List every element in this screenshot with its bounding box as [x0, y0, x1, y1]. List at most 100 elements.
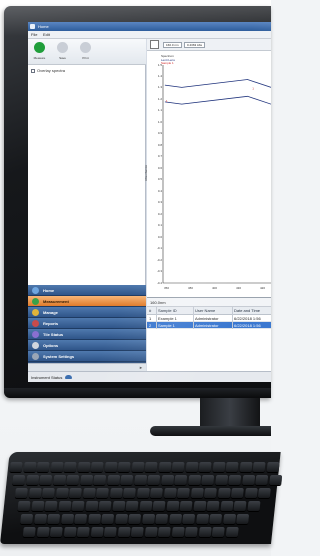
nav-item-manage[interactable]: Manage — [28, 307, 146, 318]
column-divider — [193, 307, 194, 329]
cell-index: 1 — [149, 316, 152, 321]
keyboard-key — [198, 527, 212, 537]
monitor-stand-base — [150, 426, 271, 436]
col-date-time[interactable]: Date and Time — [234, 309, 260, 313]
series-line-sample-1[interactable] — [164, 95, 271, 105]
y-tick-label: 0.8 — [157, 142, 162, 147]
keyboard-key — [236, 514, 250, 524]
keyboard-key — [49, 527, 63, 537]
keyboard-key — [198, 462, 212, 472]
y-tick-label: -0.4 — [156, 280, 162, 285]
keyboard-key — [171, 462, 185, 472]
keyboard-key — [214, 475, 228, 485]
spectrum-plot[interactable]: 11 Spectrum Lenti Lens Sample 1 Absorbance… — [144, 51, 271, 297]
keyboard-key — [71, 501, 85, 511]
keyboard-key — [130, 527, 144, 537]
status-bar: Instrument Status — [28, 371, 271, 382]
keyboard-key — [104, 462, 118, 472]
series-line-lenti-lens[interactable] — [164, 79, 271, 88]
y-tick-label: 0.4 — [157, 188, 162, 193]
y-tick-label: 0.3 — [157, 200, 162, 205]
keyboard-row — [17, 501, 261, 512]
nav-item-label: Manage — [43, 310, 58, 315]
keyboard-key — [168, 514, 182, 524]
nav-item-reports[interactable]: Reports — [28, 318, 146, 329]
print-icon — [80, 42, 91, 53]
keyboard-key — [163, 488, 177, 498]
nav-item-options[interactable]: Options — [28, 340, 146, 351]
cell-user-name: Administrator — [195, 316, 219, 321]
column-divider — [232, 307, 233, 329]
keyboard-key — [138, 501, 153, 511]
y-tick-label: 1.5 — [157, 62, 162, 67]
menu-edit[interactable]: Edit — [43, 33, 50, 37]
col-sample-id[interactable]: Sample ID — [158, 309, 177, 313]
y-tick-label: 0.0 — [157, 234, 162, 239]
keyboard-key — [63, 527, 77, 537]
keyboard-key — [90, 527, 104, 537]
peak-marker-label: 1 — [252, 87, 254, 91]
keyboard-key — [233, 501, 247, 511]
keyboard-key — [141, 514, 155, 524]
measure-label: Measure — [33, 56, 46, 60]
nav-item-measurement[interactable]: Measurement — [28, 296, 146, 307]
keyboard — [0, 452, 282, 544]
keyboard-key — [33, 514, 47, 524]
left-panel: Overlay spectra — [28, 65, 146, 285]
keyboard-key — [74, 514, 88, 524]
table-row[interactable]: 1 Example 1 Administrator 6/22/2018 1:56 — [147, 315, 271, 322]
keyboard-key — [230, 488, 244, 498]
keyboard-key — [136, 488, 150, 498]
main-toolbar: Measure Save Print — [28, 39, 146, 65]
keyboard-key — [246, 501, 261, 511]
play-icon — [34, 42, 45, 53]
keyboard-key — [63, 462, 77, 472]
keyboard-key — [120, 475, 134, 485]
reports-icon — [32, 320, 39, 327]
plot-legend: Spectrum Lenti Lens Sample 1 — [161, 54, 175, 66]
keyboard-key — [93, 475, 107, 485]
keyboard-key — [66, 475, 80, 485]
y-tick-label: -0.1 — [156, 246, 162, 251]
spectrum-svg: 11 — [162, 65, 271, 284]
nav-item-tile-status[interactable]: Tile Status — [28, 329, 146, 340]
instrument-status-icon[interactable] — [65, 375, 72, 379]
keyboard-key — [50, 462, 64, 472]
nav-item-home[interactable]: Home — [28, 285, 146, 296]
print-button[interactable]: Print — [77, 41, 94, 63]
col-index[interactable]: # — [149, 309, 151, 313]
keyboard-row — [12, 475, 282, 486]
overlay-spectra-checkbox[interactable] — [31, 69, 35, 73]
results-grid: 160.0nm # Sample ID User Name Date and T… — [147, 297, 271, 371]
chart-settings-icon[interactable] — [150, 40, 159, 49]
nav-item-system-settings[interactable]: System Settings — [28, 351, 146, 362]
keyboard-key — [76, 527, 90, 537]
menu-file[interactable]: File — [31, 33, 37, 37]
title-bar: Home — [28, 22, 271, 31]
keyboard-key — [87, 514, 101, 524]
cell-user-name: Administrator — [195, 323, 219, 328]
chevron-right-icon[interactable]: ► — [139, 365, 143, 370]
keyboard-key — [185, 462, 199, 472]
col-user-name[interactable]: User Name — [195, 309, 215, 313]
save-button[interactable]: Save — [54, 41, 71, 63]
keyboard-key — [187, 475, 201, 485]
nav-scroll[interactable]: ► — [28, 363, 146, 371]
keyboard-key — [20, 514, 34, 524]
table-row[interactable]: 2 Sample 1 Administrator 6/22/2018 1:56 — [147, 322, 271, 329]
grid-header: # Sample ID User Name Date and Time — [147, 307, 271, 315]
keyboard-key — [114, 514, 128, 524]
keyboard-key — [160, 475, 174, 485]
print-label: Print — [82, 56, 89, 60]
save-label: Save — [59, 56, 66, 60]
measure-button[interactable]: Measure — [31, 41, 48, 63]
keyboard-key — [257, 488, 271, 498]
nav-item-label: System Settings — [43, 354, 75, 359]
keyboard-key — [244, 488, 258, 498]
keyboard-row — [22, 527, 239, 538]
cell-sample-id: Sample 1 — [158, 323, 175, 328]
y-tick-label: 1.0 — [157, 119, 162, 124]
keyboard-key — [23, 462, 37, 472]
keyboard-key — [84, 501, 99, 511]
keyboard-key — [117, 462, 131, 472]
